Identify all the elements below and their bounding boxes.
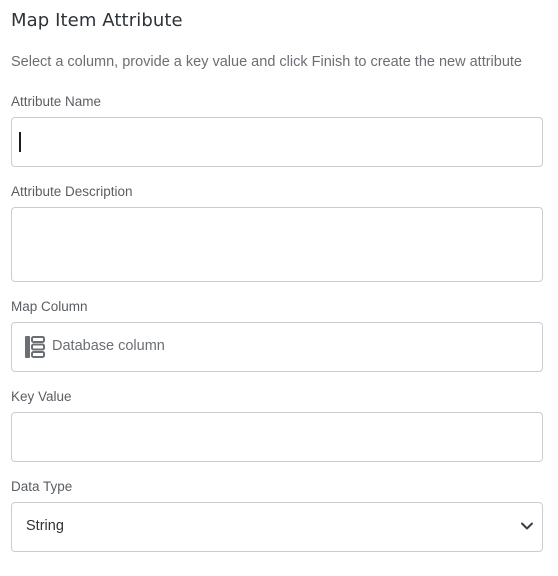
- attribute-description-label: Attribute Description: [11, 184, 133, 199]
- attribute-description-textarea[interactable]: [11, 207, 543, 282]
- data-type-label: Data Type: [11, 479, 73, 494]
- database-column-icon: [25, 336, 45, 358]
- attribute-name-label: Attribute Name: [11, 94, 102, 109]
- text-cursor: [19, 132, 21, 152]
- dialog-description: Select a column, provide a key value and…: [11, 54, 522, 70]
- attribute-name-input[interactable]: [11, 117, 543, 167]
- data-type-selected-value: String: [26, 518, 64, 534]
- data-type-select[interactable]: String: [11, 502, 543, 552]
- map-column-picker[interactable]: Database column: [11, 322, 543, 372]
- key-value-input[interactable]: [11, 412, 543, 462]
- chevron-down-icon: [521, 522, 533, 530]
- key-value-label: Key Value: [11, 389, 72, 404]
- map-column-label: Map Column: [11, 299, 88, 314]
- map-column-placeholder: Database column: [52, 338, 165, 354]
- dialog-title: Map Item Attribute: [11, 10, 183, 31]
